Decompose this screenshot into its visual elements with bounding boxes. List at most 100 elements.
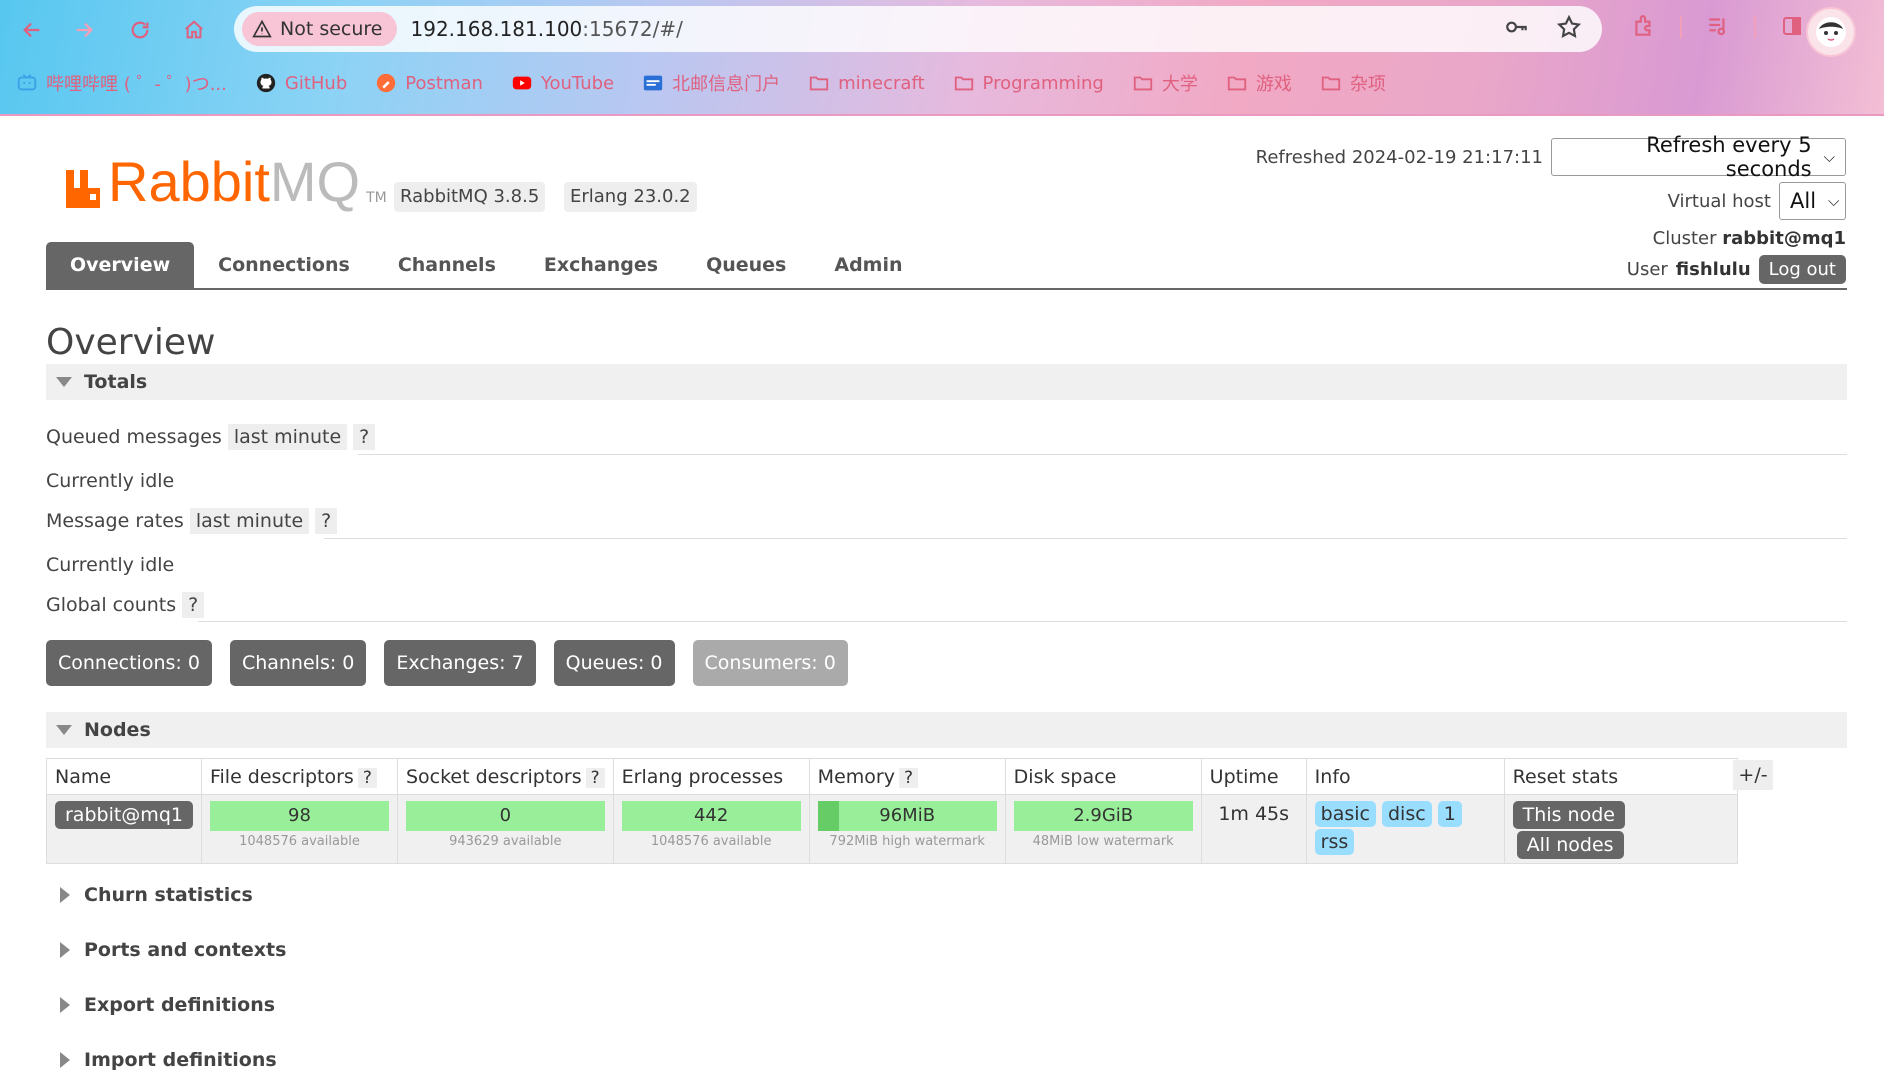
sidebar-icon[interactable] [1778,12,1806,40]
rates-status: Currently idle [46,554,175,576]
bookmark-label: Postman [405,72,483,94]
chevron-down-icon: ⌵ [1828,192,1840,210]
back-button[interactable] [14,12,50,48]
page-title: Overview [46,322,216,363]
bookmark-item[interactable]: Postman [375,72,483,94]
logo-rabbit-text: Rabbit [108,150,270,213]
bookmark-label: 哔哩哔哩 ( ゜- ゜)つ... [46,74,227,95]
expand-triangle-icon [60,887,70,903]
security-label: Not secure [280,18,383,40]
queued-range-toggle[interactable]: last minute [227,424,348,450]
home-button[interactable] [176,12,212,48]
global-counts: Connections: 0 Channels: 0 Exchanges: 7 … [46,640,848,686]
avatar-icon [1816,17,1846,47]
forward-button[interactable] [66,12,102,48]
bookmark-item[interactable]: 游戏 [1226,70,1292,96]
vhost-select[interactable]: All ⌵ [1779,182,1846,220]
bookmark-label: 游戏 [1255,74,1292,95]
node-name-cell: rabbit@mq1 [46,794,202,864]
key-icon[interactable] [1504,14,1530,40]
bookmark-item[interactable]: 哔哩哔哩 ( ゜- ゜)つ... [16,70,227,96]
col-erlang-processes: Erlang processes [612,758,810,795]
bookmark-item[interactable]: 杂项 [1320,70,1386,96]
security-chip[interactable]: Not secure [242,12,397,46]
collapse-triangle-icon [56,725,72,735]
youtube-icon [511,72,533,94]
section-label: Export definitions [84,994,276,1016]
info-tag-count[interactable]: 1 [1437,801,1462,827]
connections-count-button[interactable]: Connections: 0 [46,640,212,686]
col-uptime: Uptime [1200,758,1307,795]
message-rates-row: Message rates last minute ? [46,508,338,534]
url-text[interactable]: 192.168.181.100:15672/#/ [411,17,683,41]
bilibili-icon [16,72,38,94]
bookmark-label: 北邮信息门户 [672,74,781,95]
info-tag-disc[interactable]: disc [1382,801,1432,827]
disk-watermark: 48MiB low watermark [1032,834,1174,849]
bookmark-label: minecraft [838,72,925,94]
disk-space-cell: 2.9GiB 48MiB low watermark [1004,794,1202,864]
columns-toggle-button[interactable]: +/- [1733,760,1773,790]
memory-bar-fill [817,801,840,831]
ports-contexts-section[interactable]: Ports and contexts [46,939,286,961]
bookmark-item[interactable]: Programming [953,72,1104,94]
queued-messages-row: Queued messages last minute ? [46,424,376,450]
consumers-count-button[interactable]: Consumers: 0 [692,640,848,686]
erlang-processes-bar: 442 [621,801,801,831]
import-definitions-section[interactable]: Import definitions [46,1049,277,1071]
media-icon[interactable] [1704,12,1732,40]
refreshed-label: Refreshed 2024-02-19 21:17:11 [1255,146,1543,168]
help-button[interactable]: ? [898,767,918,788]
tab-queues[interactable]: Queues [682,242,810,288]
bookmark-item[interactable]: GitHub [255,72,347,94]
reload-button[interactable] [122,12,158,48]
reset-this-node-button[interactable]: This node [1512,801,1625,829]
refresh-interval-select[interactable]: Refresh every 5 seconds ⌵ [1551,133,1846,181]
help-button[interactable]: ? [315,508,338,534]
churn-statistics-section[interactable]: Churn statistics [46,884,253,906]
folder-icon [953,72,975,94]
star-icon[interactable] [1556,14,1582,40]
rates-range-toggle[interactable]: last minute [189,508,310,534]
folder-icon [808,72,830,94]
folder-icon [1320,72,1342,94]
erlang-processes-cell: 442 1048576 available [612,794,810,864]
tab-connections[interactable]: Connections [194,242,374,288]
help-button[interactable]: ? [357,767,377,788]
help-button[interactable]: ? [182,592,205,618]
exchanges-count-button[interactable]: Exchanges: 7 [384,640,536,686]
info-tag-rss[interactable]: rss [1314,829,1355,855]
bookmark-label: GitHub [284,72,348,94]
tab-channels[interactable]: Channels [374,242,520,288]
queues-count-button[interactable]: Queues: 0 [553,640,675,686]
reset-all-nodes-button[interactable]: All nodes [1516,831,1624,859]
browser-chrome: Not secure 192.168.181.100:15672/#/ | | … [0,0,1884,116]
rabbitmq-logo[interactable]: Rabbit MQ TM [64,154,387,210]
message-rates-label: Message rates [46,510,184,532]
totals-section-header[interactable]: Totals [46,364,1847,400]
tab-exchanges[interactable]: Exchanges [520,242,682,288]
bookmark-item[interactable]: YouTube [511,72,614,94]
extension-icon[interactable] [1630,12,1658,40]
disk-space-bar: 2.9GiB [1013,801,1193,831]
profile-avatar[interactable] [1806,7,1856,57]
info-tag-basic[interactable]: basic [1314,801,1376,827]
node-link[interactable]: rabbit@mq1 [55,801,193,829]
queued-status: Currently idle [46,470,175,492]
bookmark-item[interactable]: 北邮信息门户 [642,70,780,96]
export-definitions-section[interactable]: Export definitions [46,994,275,1016]
rabbitmq-page: Rabbit MQ TM RabbitMQ 3.8.5 Erlang 23.0.2 … [0,118,1884,1083]
bookmark-item[interactable]: minecraft [808,72,925,94]
col-memory: Memory? [808,758,1006,795]
nodes-section-header[interactable]: Nodes [46,712,1847,748]
help-button[interactable]: ? [585,767,605,788]
channels-count-button[interactable]: Channels: 0 [229,640,367,686]
bookmark-item[interactable]: 大学 [1132,70,1198,96]
tab-admin[interactable]: Admin [810,242,926,288]
divider [324,538,1847,539]
address-bar[interactable]: Not secure 192.168.181.100:15672/#/ [234,6,1602,52]
col-reset-stats: Reset stats [1503,758,1738,795]
nodes-heading: Nodes [84,719,151,741]
tab-overview[interactable]: Overview [46,242,195,288]
help-button[interactable]: ? [353,424,376,450]
